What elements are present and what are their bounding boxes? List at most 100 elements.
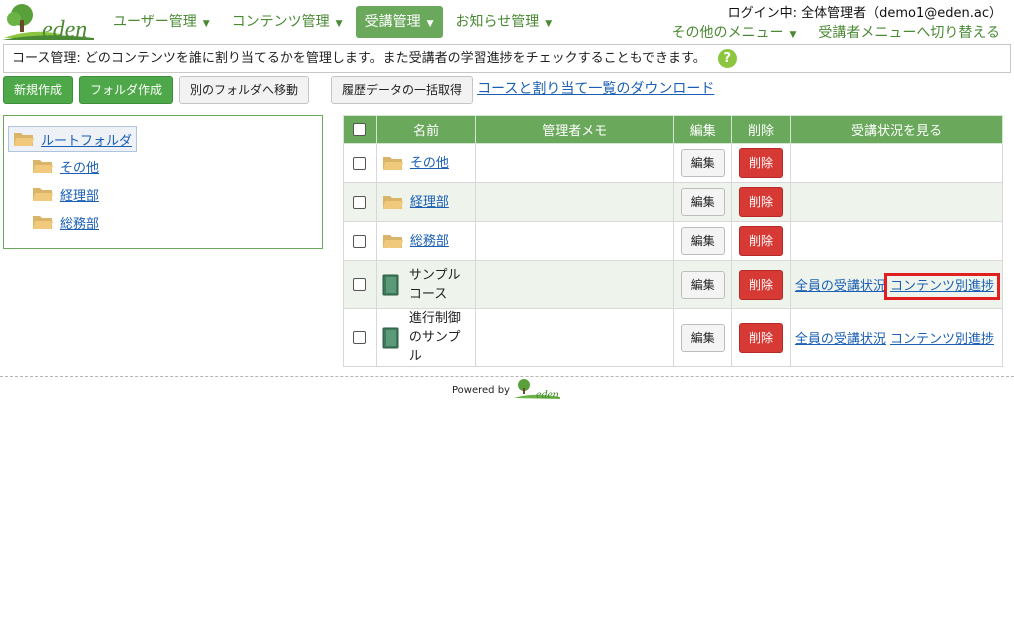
mini-logo-text: eden <box>536 387 559 401</box>
edit-button[interactable]: 編集 <box>680 188 725 216</box>
status-cell: 全員の受講状況 コンテンツ別進捗 <box>789 308 1004 367</box>
eden-logo[interactable]: eden <box>2 2 96 43</box>
table-row: 経理部 編集 削除 <box>343 182 1004 222</box>
name-cell: 進行制御 のサンプル <box>375 308 477 367</box>
folder-tree: ルートフォルダ その他 経理部 総務部 <box>3 115 323 249</box>
row-checkbox[interactable] <box>353 156 367 170</box>
powered-by: Powered by eden <box>452 378 562 402</box>
powered-by-text: Powered by <box>452 384 510 396</box>
course-list-download-link[interactable]: コースと割り当て一覧のダウンロード <box>477 78 714 98</box>
row-select-cell <box>343 308 377 367</box>
edit-cell: 編集 <box>673 221 733 261</box>
tree-item-accounting[interactable]: 経理部 <box>32 180 322 208</box>
move-folder-button[interactable]: 別のフォルダへ移動 <box>179 76 310 104</box>
tree-item-label[interactable]: その他 <box>60 157 99 176</box>
row-select-cell <box>343 260 377 309</box>
table-header-row: 名前 管理者メモ 編集 削除 受講状況を見る <box>343 115 1004 144</box>
content-progress-link[interactable]: コンテンツ別進捗 <box>890 332 994 347</box>
caret-down-icon: ▼ <box>426 19 434 29</box>
new-button[interactable]: 新規作成 <box>3 76 74 104</box>
table-row: その他 編集 削除 <box>343 143 1004 183</box>
delete-cell: 削除 <box>731 143 791 183</box>
tree-root-folder[interactable]: ルートフォルダ <box>8 126 138 152</box>
nav-course-management[interactable]: 受講管理 ▼ <box>355 6 443 38</box>
nav-label: お知らせ管理 <box>455 14 540 30</box>
table-row: サンプルコース 編集 削除 全員の受講状況 コンテンツ別進捗 <box>343 260 1004 309</box>
course-book-icon <box>382 327 399 348</box>
edit-cell: 編集 <box>673 182 733 222</box>
course-name: サンプル コース <box>409 266 461 304</box>
edit-button[interactable]: 編集 <box>680 270 725 299</box>
tree-root-label[interactable]: ルートフォルダ <box>41 130 132 149</box>
header-delete: 削除 <box>731 115 791 144</box>
header-right-menu: その他のメニュー ▼ 受講者メニューへ切り替える <box>649 22 1000 42</box>
name-cell: 経理部 <box>375 182 477 222</box>
toolbar: 新規作成 フォルダ作成 別のフォルダへ移動 履歴データの一括取得 コースと割り当… <box>3 76 714 104</box>
folder-icon <box>382 157 403 170</box>
edit-button[interactable]: 編集 <box>680 323 725 352</box>
row-checkbox[interactable] <box>353 234 367 248</box>
switch-to-learner-link[interactable]: 受講者メニューへ切り替える <box>818 22 1000 42</box>
delete-button[interactable]: 削除 <box>739 322 784 353</box>
delete-button[interactable]: 削除 <box>739 187 784 217</box>
folder-name-link[interactable]: 経理部 <box>410 193 449 212</box>
memo-cell <box>475 260 675 309</box>
memo-cell <box>475 182 675 222</box>
main-nav: ユーザー管理 ▼ コンテンツ管理 ▼ 受講管理 ▼ お知らせ管理 ▼ <box>104 6 565 38</box>
delete-cell: 削除 <box>731 308 791 367</box>
folder-icon <box>33 216 53 229</box>
nav-notice-management[interactable]: お知らせ管理 ▼ <box>447 6 562 38</box>
status-cell <box>789 221 1004 261</box>
delete-button[interactable]: 削除 <box>739 148 784 178</box>
header-status: 受講状況を見る <box>789 115 1004 144</box>
edit-button[interactable]: 編集 <box>680 149 725 177</box>
tree-item-other[interactable]: その他 <box>32 152 322 180</box>
all-status-link[interactable]: 全員の受講状況 <box>795 279 886 294</box>
row-select-cell <box>343 143 377 183</box>
course-name-line-2: のサンプル <box>408 330 461 364</box>
tree-item-label[interactable]: 総務部 <box>60 213 99 232</box>
login-status: ログイン中: 全体管理者（demo1@eden.ac） <box>727 6 1002 21</box>
all-status-link[interactable]: 全員の受講状況 <box>795 332 886 347</box>
tree-item-label[interactable]: 経理部 <box>60 185 99 204</box>
course-book-icon <box>382 274 399 295</box>
folder-name-link[interactable]: 総務部 <box>410 232 449 251</box>
eden-mini-logo: eden <box>513 379 560 401</box>
row-checkbox[interactable] <box>353 278 367 291</box>
nav-content-management[interactable]: コンテンツ管理 ▼ <box>223 6 352 38</box>
row-select-cell <box>343 182 377 222</box>
row-checkbox[interactable] <box>353 331 367 344</box>
select-all-checkbox[interactable] <box>353 123 367 136</box>
folder-name-link[interactable]: その他 <box>410 154 449 173</box>
caret-down-icon: ▼ <box>545 19 553 29</box>
help-icon[interactable]: ? <box>717 49 737 68</box>
nav-label: コンテンツ管理 <box>231 14 330 30</box>
delete-cell: 削除 <box>731 260 791 309</box>
other-menu-label: その他のメニュー <box>671 25 784 41</box>
info-bar: コース管理: どのコンテンツを誰に割り当てるかを管理します。また受講者の学習進捗… <box>3 44 1011 73</box>
nav-user-management[interactable]: ユーザー管理 ▼ <box>104 6 219 38</box>
memo-cell <box>475 143 675 183</box>
caret-down-icon: ▼ <box>335 19 343 29</box>
history-download-button[interactable]: 履歴データの一括取得 <box>331 76 474 104</box>
other-menu-dropdown[interactable]: その他のメニュー ▼ <box>671 22 796 42</box>
course-name: 進行制御 のサンプル <box>409 309 470 366</box>
delete-cell: 削除 <box>731 182 791 222</box>
header-memo: 管理者メモ <box>475 115 675 144</box>
content-progress-link[interactable]: コンテンツ別進捗 <box>883 273 1000 300</box>
status-cell <box>789 143 1004 183</box>
memo-cell <box>475 221 675 261</box>
tree-item-general-affairs[interactable]: 総務部 <box>32 208 322 236</box>
edit-button[interactable]: 編集 <box>680 227 725 255</box>
folder-icon <box>33 188 53 201</box>
info-text: コース管理: どのコンテンツを誰に割り当てるかを管理します。また受講者の学習進捗… <box>12 51 706 66</box>
status-cell: 全員の受講状況 コンテンツ別進捗 <box>789 260 1004 309</box>
row-select-cell <box>343 221 377 261</box>
create-folder-button[interactable]: フォルダ作成 <box>79 76 174 104</box>
delete-button[interactable]: 削除 <box>739 269 784 300</box>
delete-button[interactable]: 削除 <box>739 226 784 256</box>
caret-down-icon: ▼ <box>789 30 797 40</box>
row-checkbox[interactable] <box>353 195 367 209</box>
course-name-line-2: コース <box>408 286 448 302</box>
course-name-line-1: サンプル <box>408 267 461 283</box>
